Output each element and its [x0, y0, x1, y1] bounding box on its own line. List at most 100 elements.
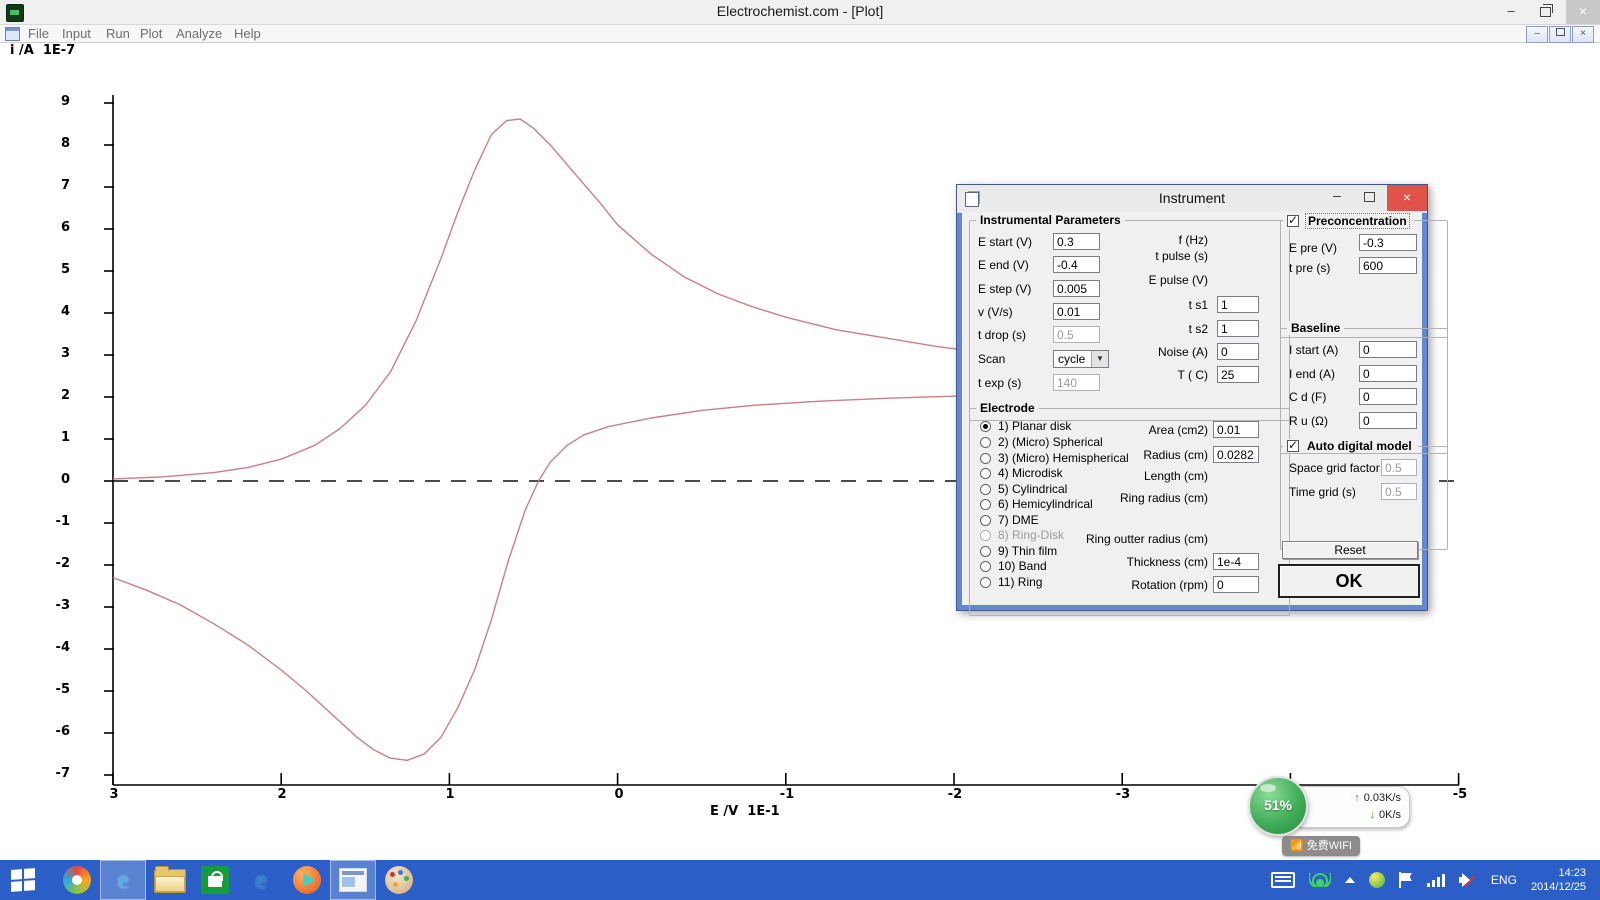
network-signal-icon[interactable] — [1427, 873, 1445, 887]
antivirus-tray-icon[interactable] — [1369, 872, 1385, 888]
group-legend: Baseline — [1287, 321, 1344, 335]
radius-field[interactable] — [1213, 446, 1259, 463]
minimize-button[interactable]: – — [1494, 0, 1528, 24]
file-explorer-button[interactable] — [146, 860, 192, 900]
mdi-minimize-button[interactable]: – — [1526, 26, 1548, 43]
radio-ring[interactable] — [980, 577, 991, 588]
menu-input[interactable]: Input — [62, 26, 91, 41]
i-start-field[interactable] — [1359, 341, 1417, 358]
scan-mode-select[interactable]: cycle ▼ — [1053, 350, 1109, 368]
radio-hemicylindrical[interactable] — [980, 499, 991, 510]
radio-label[interactable]: 7) DME — [998, 513, 1039, 527]
auto-digital-checkbox[interactable] — [1287, 440, 1299, 452]
radio-dme[interactable] — [980, 515, 991, 526]
t-pre-field[interactable] — [1359, 257, 1417, 274]
x-tick: -2 — [942, 787, 968, 802]
internet-explorer-button[interactable]: e — [100, 860, 146, 900]
menu-help[interactable]: Help — [234, 26, 261, 41]
r-u-field[interactable] — [1359, 412, 1417, 429]
t-s1-field[interactable] — [1217, 296, 1259, 313]
menu-analyze[interactable]: Analyze — [176, 26, 222, 41]
radio-planar-disk[interactable] — [980, 421, 991, 432]
show-hidden-icons-button[interactable] — [1345, 877, 1355, 883]
field-label: C d (F) — [1289, 390, 1326, 404]
field-label: t pre (s) — [1289, 261, 1330, 275]
noise-field[interactable] — [1217, 343, 1259, 360]
menu-plot[interactable]: Plot — [140, 26, 162, 41]
radio-micro-hemispherical[interactable] — [980, 453, 991, 464]
wifi-icon[interactable] — [1309, 873, 1331, 887]
action-center-flag-icon[interactable] — [1399, 872, 1413, 888]
windows-logo-icon — [11, 868, 35, 892]
paint-app-button[interactable] — [376, 860, 422, 900]
x-tick: 0 — [606, 787, 632, 802]
i-end-field[interactable] — [1359, 365, 1417, 382]
radio-band[interactable] — [980, 561, 991, 572]
x-tick: 3 — [101, 787, 127, 802]
t-exp-field — [1053, 374, 1100, 391]
ok-button[interactable]: OK — [1278, 564, 1420, 598]
e-pre-field[interactable] — [1359, 234, 1417, 251]
language-indicator[interactable]: ENG — [1491, 873, 1517, 887]
dialog-maximize-button[interactable] — [1353, 185, 1385, 211]
radio-thin-film[interactable] — [980, 546, 991, 557]
preconcentration-checkbox[interactable] — [1287, 215, 1299, 227]
sogou-browser-button[interactable] — [54, 860, 100, 900]
touch-keyboard-icon[interactable] — [1271, 872, 1295, 888]
reset-button[interactable]: Reset — [1282, 541, 1418, 559]
upload-speed-value: 0.03K/s — [1364, 792, 1401, 804]
temperature-field[interactable] — [1217, 366, 1259, 383]
y-tick: 6 — [40, 220, 70, 235]
field-label: Noise (A) — [1120, 345, 1208, 359]
e-start-field[interactable] — [1053, 233, 1100, 250]
electrochemist-app-button[interactable] — [330, 860, 376, 900]
internet-explorer-icon: e — [255, 866, 267, 894]
radio-label[interactable]: 1) Planar disk — [998, 419, 1071, 433]
memory-usage-ball[interactable]: 51% — [1248, 776, 1308, 836]
dialog-titlebar[interactable]: Instrument – × — [957, 185, 1427, 213]
radio-label[interactable]: 5) Cylindrical — [998, 482, 1067, 496]
mdi-restore-button[interactable] — [1549, 26, 1571, 43]
media-player-button[interactable] — [284, 860, 330, 900]
restore-button[interactable] — [1528, 0, 1562, 24]
volume-muted-icon[interactable] — [1459, 872, 1477, 888]
thickness-field[interactable] — [1213, 553, 1259, 570]
taskbar-clock[interactable]: 14:23 2014/12/25 — [1531, 866, 1586, 894]
radio-micro-spherical[interactable] — [980, 437, 991, 448]
field-label: T ( C) — [1120, 368, 1208, 382]
menu-file[interactable]: File — [28, 26, 49, 41]
close-button[interactable]: × — [1566, 0, 1600, 24]
radio-cylindrical[interactable] — [980, 484, 991, 495]
c-d-field[interactable] — [1359, 388, 1417, 405]
time-grid-field — [1381, 483, 1417, 500]
download-speed-value: 0K/s — [1379, 809, 1401, 821]
chevron-down-icon[interactable]: ▼ — [1091, 351, 1108, 367]
y-tick: 4 — [40, 304, 70, 319]
scan-rate-field[interactable] — [1053, 303, 1100, 320]
menu-run[interactable]: Run — [106, 26, 130, 41]
dialog-close-button[interactable]: × — [1387, 185, 1427, 211]
area-field[interactable] — [1213, 421, 1259, 438]
free-wifi-badge[interactable]: 📶 免费WIFI — [1282, 836, 1360, 856]
dialog-minimize-button[interactable]: – — [1321, 185, 1353, 211]
internet-explorer-2-button[interactable]: e — [238, 860, 284, 900]
e-end-field[interactable] — [1053, 256, 1100, 273]
field-label: t exp (s) — [978, 376, 1021, 390]
rotation-field[interactable] — [1213, 576, 1259, 593]
radio-label[interactable]: 2) (Micro) Spherical — [998, 435, 1103, 449]
radio-label[interactable]: 10) Band — [998, 559, 1047, 573]
windows-store-button[interactable] — [192, 860, 238, 900]
group-instrumental-parameters: Instrumental Parameters E start (V) E en… — [969, 220, 1290, 421]
radio-label[interactable]: 9) Thin film — [998, 544, 1057, 558]
start-button[interactable] — [0, 860, 46, 900]
e-step-field[interactable] — [1053, 280, 1100, 297]
net-speed-widget[interactable]: ↑0.03K/s ↓0K/s 51% 📶 免费WIFI — [1248, 776, 1398, 858]
t-s2-field[interactable] — [1217, 320, 1259, 337]
taskbar: e e ENG 14:23 2014/12/25 — [0, 860, 1600, 900]
mdi-close-button[interactable]: × — [1572, 26, 1594, 43]
field-label: Space grid factor — [1289, 461, 1380, 475]
x-tick: -3 — [1110, 787, 1136, 802]
radio-microdisk[interactable] — [980, 468, 991, 479]
radio-label[interactable]: 4) Microdisk — [998, 466, 1063, 480]
radio-label[interactable]: 11) Ring — [998, 575, 1042, 589]
